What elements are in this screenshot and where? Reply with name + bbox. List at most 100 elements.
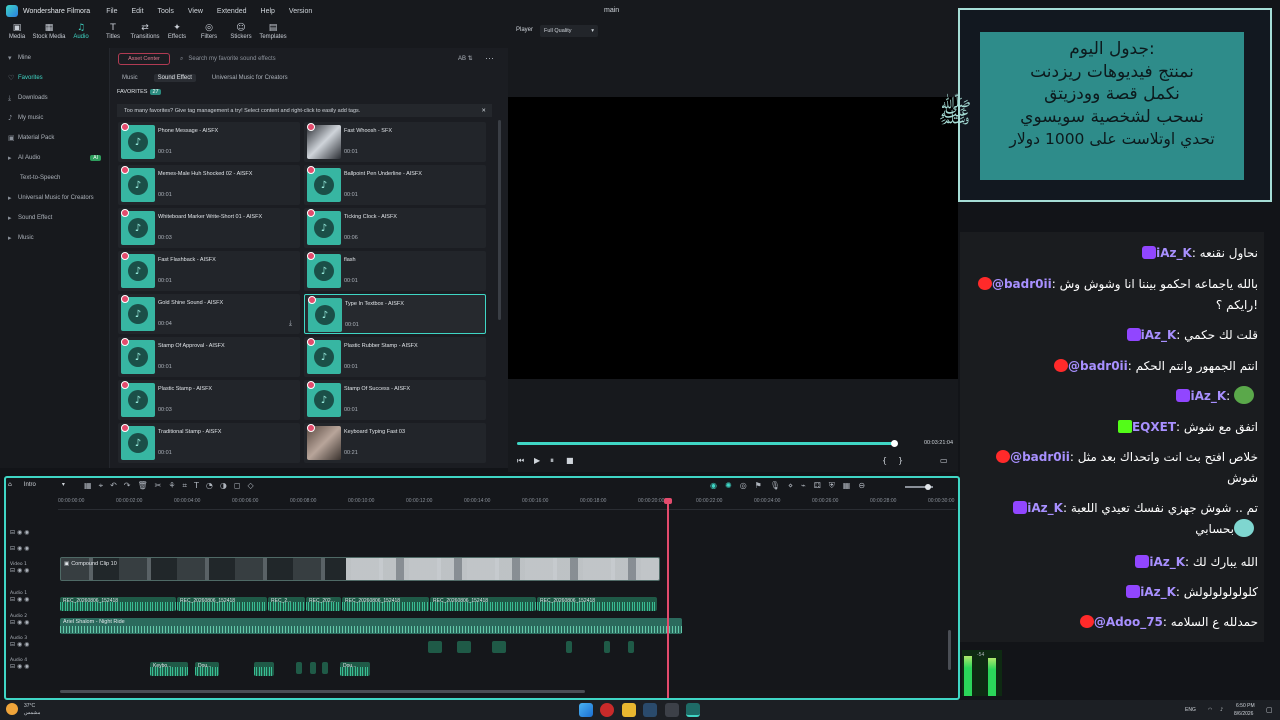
time-ruler[interactable]: 00:00:00:00 00:00:02:00 00:00:04:00 00:00:0… bbox=[58, 496, 956, 510]
mask-icon[interactable]: ◻ bbox=[234, 481, 241, 491]
browser-icon[interactable] bbox=[600, 703, 614, 717]
marker-icon[interactable]: ⚑ bbox=[755, 481, 762, 491]
clock-date[interactable]: 8/6/2026 bbox=[1234, 711, 1253, 717]
sfx-clip[interactable]: Dou... bbox=[340, 662, 370, 676]
audio-clip[interactable]: REC_2... bbox=[268, 597, 305, 611]
zoom-out-icon[interactable]: ⊖ bbox=[858, 481, 865, 491]
filmora-taskbar-icon[interactable] bbox=[686, 703, 700, 717]
play-icon[interactable]: ▶ bbox=[534, 456, 540, 465]
eye-icon[interactable]: ◉ bbox=[24, 641, 29, 648]
sidebar-item-sound-effect[interactable]: ▸ Sound Effect bbox=[0, 208, 109, 228]
sfx-clip[interactable] bbox=[310, 662, 316, 674]
audio-clip[interactable]: REC_20260806_152418 bbox=[177, 597, 267, 611]
sfx-clip[interactable] bbox=[628, 641, 634, 653]
voiceover-icon[interactable]: 🎙 bbox=[770, 481, 780, 491]
sound-card[interactable]: Keyboard Typing Fast 03 00:21 bbox=[304, 423, 486, 463]
start-icon[interactable] bbox=[579, 703, 593, 717]
redo-icon[interactable]: ↷ bbox=[124, 481, 131, 491]
toolbar-transitions[interactable]: ⇄ Transitions bbox=[130, 22, 160, 48]
eye-icon[interactable]: ◉ bbox=[24, 596, 29, 603]
timeline-name[interactable]: Intro bbox=[24, 482, 36, 488]
mute-icon[interactable]: ⌁ bbox=[801, 481, 806, 491]
sound-card[interactable]: ♪ Type In Textbox - AISFX 00:01 bbox=[304, 294, 486, 334]
file-explorer-icon[interactable] bbox=[622, 703, 636, 717]
audio-clip[interactable]: REC_202... bbox=[306, 597, 341, 611]
snap-icon[interactable]: ⋄ bbox=[788, 481, 793, 491]
menu-item-view[interactable]: View bbox=[188, 8, 203, 15]
lock-icon[interactable]: ⊟ bbox=[10, 567, 17, 574]
select-icon[interactable]: ⌖ bbox=[99, 481, 104, 491]
sidebar-item-music[interactable]: ▸ Music bbox=[0, 228, 109, 248]
sfx-clip[interactable] bbox=[254, 662, 274, 676]
zoom-slider[interactable] bbox=[905, 484, 933, 490]
weather-desc[interactable]: مشمس bbox=[24, 710, 40, 716]
sound-card[interactable]: ♪ Phone Message - AISFX 00:01 bbox=[118, 122, 300, 162]
toolbar-audio[interactable]: ♫ Audio bbox=[66, 22, 96, 48]
split-icon[interactable]: ✂ bbox=[155, 481, 162, 491]
sidebar-item-my-music[interactable]: ♪ My music bbox=[0, 108, 109, 128]
app-icon[interactable] bbox=[665, 703, 679, 717]
sidebar-item-material-pack[interactable]: ▣ Material Pack bbox=[0, 128, 109, 148]
playhead[interactable] bbox=[664, 498, 672, 698]
asset-center-button[interactable]: Asset Center bbox=[118, 53, 170, 65]
quality-select[interactable]: Full Quality ▾ bbox=[540, 25, 598, 37]
sidebar-item-ai-audio[interactable]: ▸ AI Audio AI bbox=[0, 148, 109, 168]
render-icon[interactable]: ◉ bbox=[710, 481, 717, 491]
eye-icon[interactable]: ◉ bbox=[24, 545, 29, 552]
color-icon[interactable]: ◑ bbox=[220, 481, 227, 491]
ai-cut-icon[interactable]: ⚘ bbox=[168, 481, 175, 491]
timeline-vertical-scrollbar[interactable] bbox=[948, 630, 951, 670]
sidebar-item-text-to-speech[interactable]: Text-to-Speech bbox=[0, 168, 109, 188]
sfx-clip[interactable] bbox=[296, 662, 302, 674]
sidebar-item-universal-music-for-creators[interactable]: ▸ Universal Music for Creators bbox=[0, 188, 109, 208]
lock-icon[interactable]: ⊟ bbox=[10, 529, 17, 536]
sound-card[interactable]: ♪ flash 00:01 bbox=[304, 251, 486, 291]
lock-icon[interactable]: ⊟ bbox=[10, 641, 17, 648]
sound-card[interactable]: ♪ Stamp Of Success - AISFX 00:01 bbox=[304, 380, 486, 420]
layout-icon[interactable]: ▦ bbox=[84, 481, 92, 491]
tab-music[interactable]: Music bbox=[118, 74, 142, 82]
audio-clip[interactable]: REC_20260806_152418 bbox=[430, 597, 536, 611]
menu-item-tools[interactable]: Tools bbox=[158, 8, 174, 15]
record-icon[interactable]: ◎ bbox=[740, 481, 747, 491]
sound-card[interactable]: ♪ Fast Flashback - AISFX 00:01 bbox=[118, 251, 300, 291]
timeline-horizontal-scrollbar[interactable] bbox=[60, 690, 585, 693]
mark-in-icon[interactable]: { bbox=[882, 456, 887, 465]
audio-clip[interactable]: REC_20260806_152418 bbox=[342, 597, 429, 611]
lock-icon[interactable]: ⊟ bbox=[10, 619, 17, 626]
chevron-down-icon[interactable]: ▾ bbox=[62, 481, 65, 488]
sound-card[interactable]: ♪ Plastic Rubber Stamp - AISFX 00:01 bbox=[304, 337, 486, 377]
sfx-clip[interactable] bbox=[322, 662, 328, 674]
undo-icon[interactable]: ↶ bbox=[110, 481, 117, 491]
steam-icon[interactable] bbox=[643, 703, 657, 717]
grid-icon[interactable]: ▦ bbox=[843, 481, 851, 491]
sound-card[interactable]: ♪ Ticking Clock - AISFX 00:06 bbox=[304, 208, 486, 248]
audio-clip[interactable]: REC_20260806_152418 bbox=[60, 597, 176, 611]
sound-card[interactable]: ♪ Gold Shine Sound - AISFX 00:04 ⤓ bbox=[118, 294, 300, 334]
text-icon[interactable]: T bbox=[194, 481, 199, 491]
lock-icon[interactable]: ⊟ bbox=[10, 596, 17, 603]
volume-icon[interactable]: ♪ bbox=[1220, 707, 1223, 713]
sfx-clip[interactable] bbox=[492, 641, 506, 653]
zoom-handle[interactable] bbox=[925, 484, 931, 490]
toolbar-titles[interactable]: T Titles bbox=[98, 22, 128, 48]
weather-temp[interactable]: 37°C bbox=[24, 703, 35, 709]
eye-icon[interactable]: ◉ bbox=[24, 529, 29, 536]
eye-icon[interactable]: ◉ bbox=[24, 619, 29, 626]
toolbar-stock-media[interactable]: ▦ Stock Media bbox=[33, 22, 66, 48]
toolbar-filters[interactable]: ◎ Filters bbox=[194, 22, 224, 48]
sound-card[interactable]: ♪ Plastic Stamp - AISFX 00:03 bbox=[118, 380, 300, 420]
menu-item-file[interactable]: File bbox=[106, 8, 117, 15]
eye-icon[interactable]: ◉ bbox=[24, 663, 29, 670]
sfx-clip[interactable] bbox=[566, 641, 572, 653]
sfx-clip[interactable] bbox=[428, 641, 442, 653]
tab-sound-effect[interactable]: Sound Effect bbox=[153, 74, 196, 82]
download-icon[interactable]: ⤓ bbox=[289, 320, 292, 328]
sound-card[interactable]: ♪ Ballpoint Pen Underline - AISFX 00:01 bbox=[304, 165, 486, 205]
compound-clip[interactable]: ▣ Compound Clip 10 bbox=[60, 557, 660, 581]
sfx-clip[interactable] bbox=[604, 641, 610, 653]
tab-universal-music-for-creators[interactable]: Universal Music for Creators bbox=[208, 74, 292, 82]
library-scrollbar[interactable] bbox=[498, 120, 501, 320]
fx-icon[interactable]: ⚃ bbox=[814, 481, 821, 491]
shield-icon[interactable]: ⛨ bbox=[829, 481, 835, 491]
